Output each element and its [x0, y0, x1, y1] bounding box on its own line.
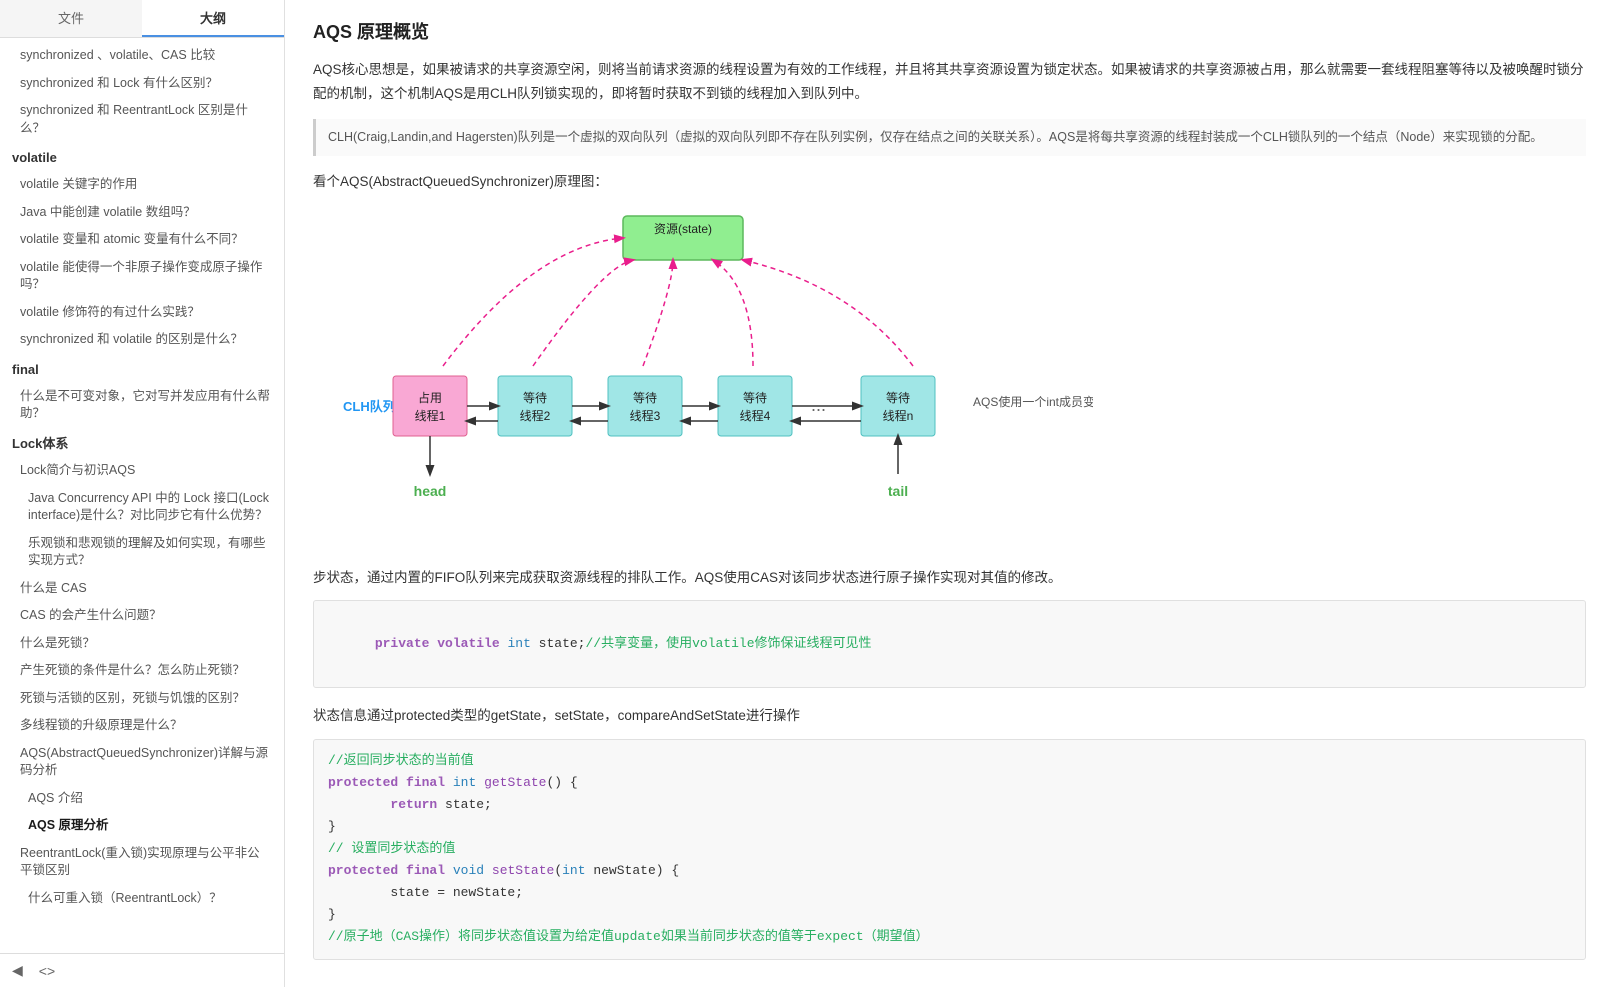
svg-text:...: ...: [811, 395, 826, 415]
sidebar-item-final-immutable[interactable]: 什么是不可变对象，它对写并发应用有什么帮助？: [0, 383, 284, 428]
svg-text:资源(state): 资源(state): [654, 222, 712, 236]
sidebar-item-sync-lock[interactable]: synchronized 和 Lock 有什么区别？: [0, 70, 284, 98]
svg-text:线程1: 线程1: [415, 408, 446, 423]
svg-text:tail: tail: [888, 483, 908, 499]
svg-text:等待: 等待: [633, 391, 657, 405]
svg-text:线程3: 线程3: [630, 408, 661, 423]
sidebar: 文件 大纲 synchronized 、volatile、CAS 比较 sync…: [0, 0, 285, 987]
sidebar-item-volatile-atomic[interactable]: volatile 变量和 atomic 变量有什么不同？: [0, 226, 284, 254]
sidebar-item-volatile-array[interactable]: Java 中能创建 volatile 数组吗？: [0, 199, 284, 227]
code-line-c7: state = newState;: [328, 882, 1571, 904]
sidebar-item-deadlock[interactable]: 什么是死锁？: [0, 630, 284, 658]
code-line-c9: //原子地（CAS操作）将同步状态值设置为给定值update如果当前同步状态的值…: [328, 926, 1571, 948]
code-button[interactable]: <>: [35, 961, 59, 981]
diagram-svg: 资源(state): [313, 206, 1093, 546]
sidebar-item-sync-volatile-diff[interactable]: synchronized 和 volatile 的区别是什么？: [0, 326, 284, 354]
sidebar-item-volatile-atomic2[interactable]: volatile 能使得一个非原子操作变成原子操作吗？: [0, 254, 284, 299]
clh-note: CLH(Craig,Landin,and Hagersten)队列是一个虚拟的双…: [313, 119, 1586, 156]
code-block-2: //返回同步状态的当前值 protected final int getStat…: [313, 739, 1586, 960]
state-text: 状态信息通过protected类型的getState，setState，comp…: [313, 704, 1586, 728]
code-line-c3: return state;: [328, 794, 1571, 816]
code-line-c4: }: [328, 816, 1571, 838]
sidebar-item-deadlock-condition[interactable]: 产生死锁的条件是什么？怎么防止死锁？: [0, 657, 284, 685]
sidebar-section-volatile: volatile: [0, 142, 284, 171]
svg-text:等待: 等待: [523, 391, 547, 405]
prev-button[interactable]: ◀: [8, 960, 27, 981]
sidebar-item-aqs-section[interactable]: AQS(AbstractQueuedSynchronizer)详解与源码分析: [0, 740, 284, 785]
code-line-c8: }: [328, 904, 1571, 926]
sidebar-item-aqs-principle[interactable]: AQS 原理分析: [0, 812, 284, 840]
code-block-1: private volatile int state;//共享变量，使用vola…: [313, 600, 1586, 688]
sidebar-nav: synchronized 、volatile、CAS 比较 synchroniz…: [0, 38, 284, 953]
code-line-c6: protected final void setState(int newSta…: [328, 860, 1571, 882]
aqs-diagram: 资源(state): [313, 206, 1063, 546]
sidebar-item-deadlock-livelock[interactable]: 死锁与活锁的区别，死锁与饥饿的区别？: [0, 685, 284, 713]
sidebar-item-cas[interactable]: 什么是 CAS: [0, 575, 284, 603]
sidebar-item-multithread[interactable]: 多线程锁的升级原理是什么？: [0, 712, 284, 740]
code-line-c2: protected final int getState() {: [328, 772, 1571, 794]
step-text: 步状态，通过内置的FIFO队列来完成获取资源线程的排队工作。AQS使用CAS对该…: [313, 566, 1586, 590]
sidebar-tabs: 文件 大纲: [0, 0, 284, 38]
sidebar-item-volatile-practice[interactable]: volatile 修饰符的有过什么实践？: [0, 299, 284, 327]
sidebar-item-sync-reentrant[interactable]: synchronized 和 ReentrantLock 区别是什么？: [0, 97, 284, 142]
tab-outline[interactable]: 大纲: [142, 0, 284, 37]
svg-text:等待: 等待: [886, 391, 910, 405]
sidebar-section-lock: Lock体系: [0, 428, 284, 457]
page-title: AQS 原理概览: [313, 18, 1586, 44]
sidebar-item-lock-optimistic[interactable]: 乐观锁和悲观锁的理解及如何实现，有哪些实现方式？: [0, 530, 284, 575]
svg-text:head: head: [414, 483, 447, 499]
svg-text:占用: 占用: [418, 390, 442, 405]
sidebar-section-final: final: [0, 354, 284, 383]
tab-file[interactable]: 文件: [0, 0, 142, 37]
diagram-caption: 看个AQS(AbstractQueuedSynchronizer)原理图：: [313, 170, 1586, 190]
main-content: AQS 原理概览 AQS核心思想是，如果被请求的共享资源空闲，则将当前请求资源的…: [285, 0, 1614, 987]
sidebar-item-volatile-keyword[interactable]: volatile 关键字的作用: [0, 171, 284, 199]
code-line-1: private volatile int state;//共享变量，使用vola…: [328, 611, 1571, 677]
sidebar-item-aqs-intro[interactable]: AQS 介绍: [0, 785, 284, 813]
sidebar-item-reentrantlock[interactable]: ReentrantLock(重入锁)实现原理与公平非公平锁区别: [0, 840, 284, 885]
sidebar-item-lock-intro[interactable]: Lock简介与初识AQS: [0, 457, 284, 485]
svg-text:线程4: 线程4: [740, 408, 771, 423]
svg-text:线程n: 线程n: [883, 408, 914, 423]
sidebar-item-cas-aba[interactable]: CAS 的会产生什么问题？: [0, 602, 284, 630]
sidebar-item-what-reentrant[interactable]: 什么可重入锁（ReentrantLock）？: [0, 885, 284, 913]
code-line-c1: //返回同步状态的当前值: [328, 750, 1571, 772]
intro-paragraph: AQS核心思想是，如果被请求的共享资源空闲，则将当前请求资源的线程设置为有效的工…: [313, 58, 1586, 107]
code-line-c5: // 设置同步状态的值: [328, 838, 1571, 860]
svg-text:AQS使用一个int成员变量: AQS使用一个int成员变量: [973, 394, 1093, 409]
svg-text:线程2: 线程2: [520, 408, 551, 423]
sidebar-footer: ◀ <>: [0, 953, 284, 987]
svg-text:等待: 等待: [743, 391, 767, 405]
sidebar-item-lock-java-api[interactable]: Java Concurrency API 中的 Lock 接口(Lock int…: [0, 485, 284, 530]
sidebar-item-sync-volatile-cas[interactable]: synchronized 、volatile、CAS 比较: [0, 42, 284, 70]
